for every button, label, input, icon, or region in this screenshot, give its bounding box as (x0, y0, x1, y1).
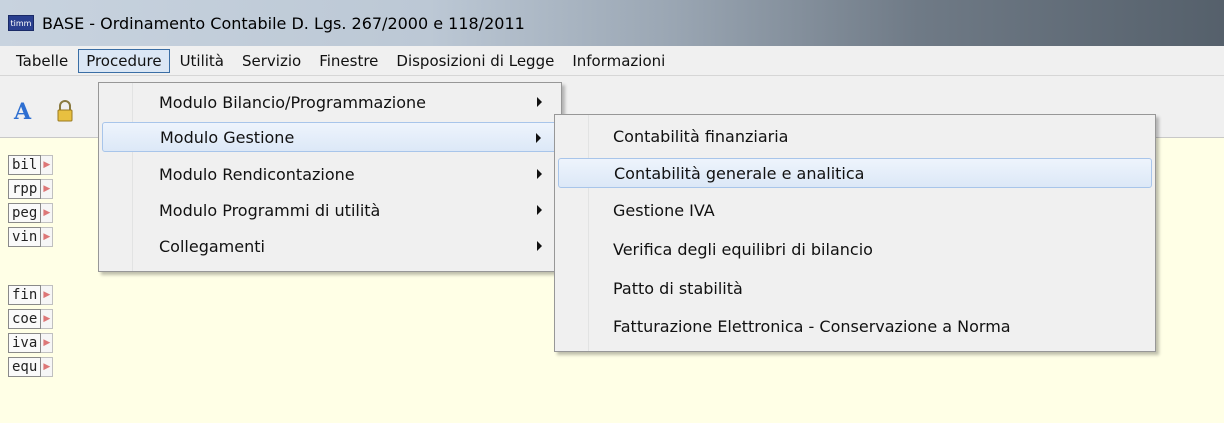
menu-informazioni[interactable]: Informazioni (564, 49, 673, 73)
expand-arrow-icon[interactable]: ▶ (41, 333, 54, 353)
sidebar-code: fin (8, 285, 42, 305)
sidebar-code: coe (8, 309, 42, 329)
menu-item-label: Verifica degli equilibri di bilancio (613, 239, 873, 259)
menu-finestre[interactable]: Finestre (311, 49, 386, 73)
sidebar-button-iva[interactable]: iva ▶ (8, 332, 78, 354)
expand-arrow-icon[interactable]: ▶ (41, 227, 54, 247)
sidebar-button-vin[interactable]: vin ▶ (8, 226, 78, 248)
gestione-submenu: Contabilità finanziaria Contabilità gene… (554, 114, 1156, 352)
menu-item-modulo-gestione[interactable]: Modulo Gestione (102, 122, 558, 152)
menu-item-modulo-bilancio[interactable]: Modulo Bilancio/Programmazione (102, 87, 558, 117)
submenu-item-contabilita-generale[interactable]: Contabilità generale e analitica (558, 158, 1152, 188)
submenu-arrow-icon (537, 169, 542, 179)
submenu-arrow-icon (537, 241, 542, 251)
sidebar-button-bil[interactable]: bil ▶ (8, 154, 78, 176)
menu-item-modulo-programmi-utilita[interactable]: Modulo Programmi di utilità (102, 195, 558, 225)
expand-arrow-icon[interactable]: ▶ (41, 285, 54, 305)
menu-item-label: Contabilità finanziaria (613, 126, 789, 146)
menu-disposizioni-di-legge[interactable]: Disposizioni di Legge (388, 49, 562, 73)
menu-item-label: Contabilità generale e analitica (614, 163, 865, 183)
menu-servizio[interactable]: Servizio (234, 49, 309, 73)
lock-icon[interactable] (56, 100, 74, 122)
menu-item-label: Patto di stabilità (613, 278, 743, 298)
menu-item-collegamenti[interactable]: Collegamenti (102, 231, 558, 261)
title-bar: timm BASE - Ordinamento Contabile D. Lgs… (0, 0, 1224, 46)
sidebar-button-equ[interactable]: equ ▶ (8, 356, 78, 378)
submenu-item-contabilita-finanziaria[interactable]: Contabilità finanziaria (558, 121, 1152, 151)
expand-arrow-icon[interactable]: ▶ (41, 357, 54, 377)
submenu-item-verifica-equilibri[interactable]: Verifica degli equilibri di bilancio (558, 234, 1152, 264)
menu-item-label: Modulo Gestione (160, 127, 295, 147)
sidebar-code: rpp (8, 179, 42, 199)
sidebar-code: vin (8, 227, 42, 247)
sidebar-button-peg[interactable]: peg ▶ (8, 202, 78, 224)
menu-item-label: Gestione IVA (613, 200, 715, 220)
text-a-icon[interactable]: A (14, 101, 36, 123)
menu-bar: Tabelle Procedure Utilità Servizio Fines… (0, 46, 1224, 76)
menu-item-modulo-rendicontazione[interactable]: Modulo Rendicontazione (102, 159, 558, 189)
submenu-arrow-icon (537, 97, 542, 107)
sidebar-button-rpp[interactable]: rpp ▶ (8, 178, 78, 200)
menu-item-label: Modulo Rendicontazione (159, 164, 355, 184)
app-icon: timm (8, 15, 34, 31)
menu-item-label: Fatturazione Elettronica - Conservazione… (613, 316, 1011, 336)
sidebar-code: equ (8, 357, 42, 377)
expand-arrow-icon[interactable]: ▶ (41, 179, 54, 199)
menu-tabelle[interactable]: Tabelle (8, 49, 76, 73)
menu-item-label: Modulo Bilancio/Programmazione (159, 92, 426, 112)
sidebar-code: iva (8, 333, 42, 353)
submenu-item-gestione-iva[interactable]: Gestione IVA (558, 195, 1152, 225)
sidebar-button-fin[interactable]: fin ▶ (8, 284, 78, 306)
expand-arrow-icon[interactable]: ▶ (41, 155, 54, 175)
menu-procedure[interactable]: Procedure (78, 48, 170, 73)
window-title: BASE - Ordinamento Contabile D. Lgs. 267… (42, 13, 525, 33)
sidebar-button-coe[interactable]: coe ▶ (8, 308, 78, 330)
menu-item-label: Collegamenti (159, 236, 265, 256)
expand-arrow-icon[interactable]: ▶ (41, 203, 54, 223)
menu-utilita[interactable]: Utilità (172, 49, 232, 73)
submenu-item-patto-stabilita[interactable]: Patto di stabilità (558, 273, 1152, 303)
submenu-item-fatturazione-elettronica[interactable]: Fatturazione Elettronica - Conservazione… (558, 311, 1152, 341)
expand-arrow-icon[interactable]: ▶ (41, 309, 54, 329)
procedure-menu: Modulo Bilancio/Programmazione Modulo Ge… (98, 82, 562, 272)
sidebar-code: peg (8, 203, 42, 223)
sidebar-code: bil (8, 155, 42, 175)
submenu-arrow-icon (536, 133, 541, 143)
submenu-arrow-icon (537, 205, 542, 215)
menu-item-label: Modulo Programmi di utilità (159, 200, 381, 220)
